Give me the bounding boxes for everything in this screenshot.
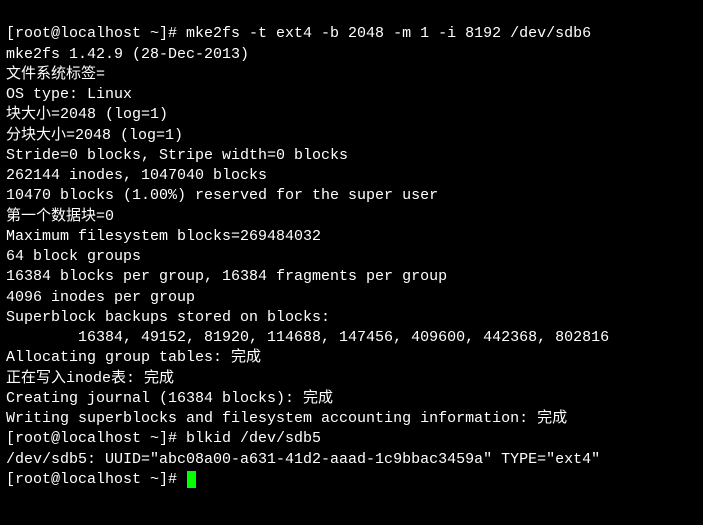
terminal-output-line: mke2fs 1.42.9 (28-Dec-2013) xyxy=(6,45,697,65)
terminal-output-line: Maximum filesystem blocks=269484032 xyxy=(6,227,697,247)
terminal-output-line: 文件系统标签= xyxy=(6,65,697,85)
terminal-output-line: Stride=0 blocks, Stripe width=0 blocks xyxy=(6,146,697,166)
terminal-output-line: 4096 inodes per group xyxy=(6,288,697,308)
terminal-prompt-line: [root@localhost ~]# xyxy=(6,470,697,490)
terminal-output-line: 分块大小=2048 (log=1) xyxy=(6,126,697,146)
terminal-prompt-line: [root@localhost ~]# blkid /dev/sdb5 xyxy=(6,429,697,449)
terminal-output-line: 262144 inodes, 1047040 blocks xyxy=(6,166,697,186)
terminal-output-line: Creating journal (16384 blocks): 完成 xyxy=(6,389,697,409)
terminal-output-line: 正在写入inode表: 完成 xyxy=(6,369,697,389)
terminal-prompt-line: [root@localhost ~]# mke2fs -t ext4 -b 20… xyxy=(6,24,697,44)
terminal-output[interactable]: [root@localhost ~]# mke2fs -t ext4 -b 20… xyxy=(0,0,703,494)
terminal-output-line: Allocating group tables: 完成 xyxy=(6,348,697,368)
terminal-output-line: Writing superblocks and filesystem accou… xyxy=(6,409,697,429)
terminal-output-line: 10470 blocks (1.00%) reserved for the su… xyxy=(6,186,697,206)
terminal-output-line: 16384, 49152, 81920, 114688, 147456, 409… xyxy=(6,328,697,348)
terminal-output-line: OS type: Linux xyxy=(6,85,697,105)
terminal-cursor xyxy=(187,471,196,488)
terminal-output-line: /dev/sdb5: UUID="abc08a00-a631-41d2-aaad… xyxy=(6,450,697,470)
terminal-output-line: 64 block groups xyxy=(6,247,697,267)
terminal-output-line: Superblock backups stored on blocks: xyxy=(6,308,697,328)
terminal-output-line: 16384 blocks per group, 16384 fragments … xyxy=(6,267,697,287)
terminal-output-line: 块大小=2048 (log=1) xyxy=(6,105,697,125)
terminal-output-line: 第一个数据块=0 xyxy=(6,207,697,227)
